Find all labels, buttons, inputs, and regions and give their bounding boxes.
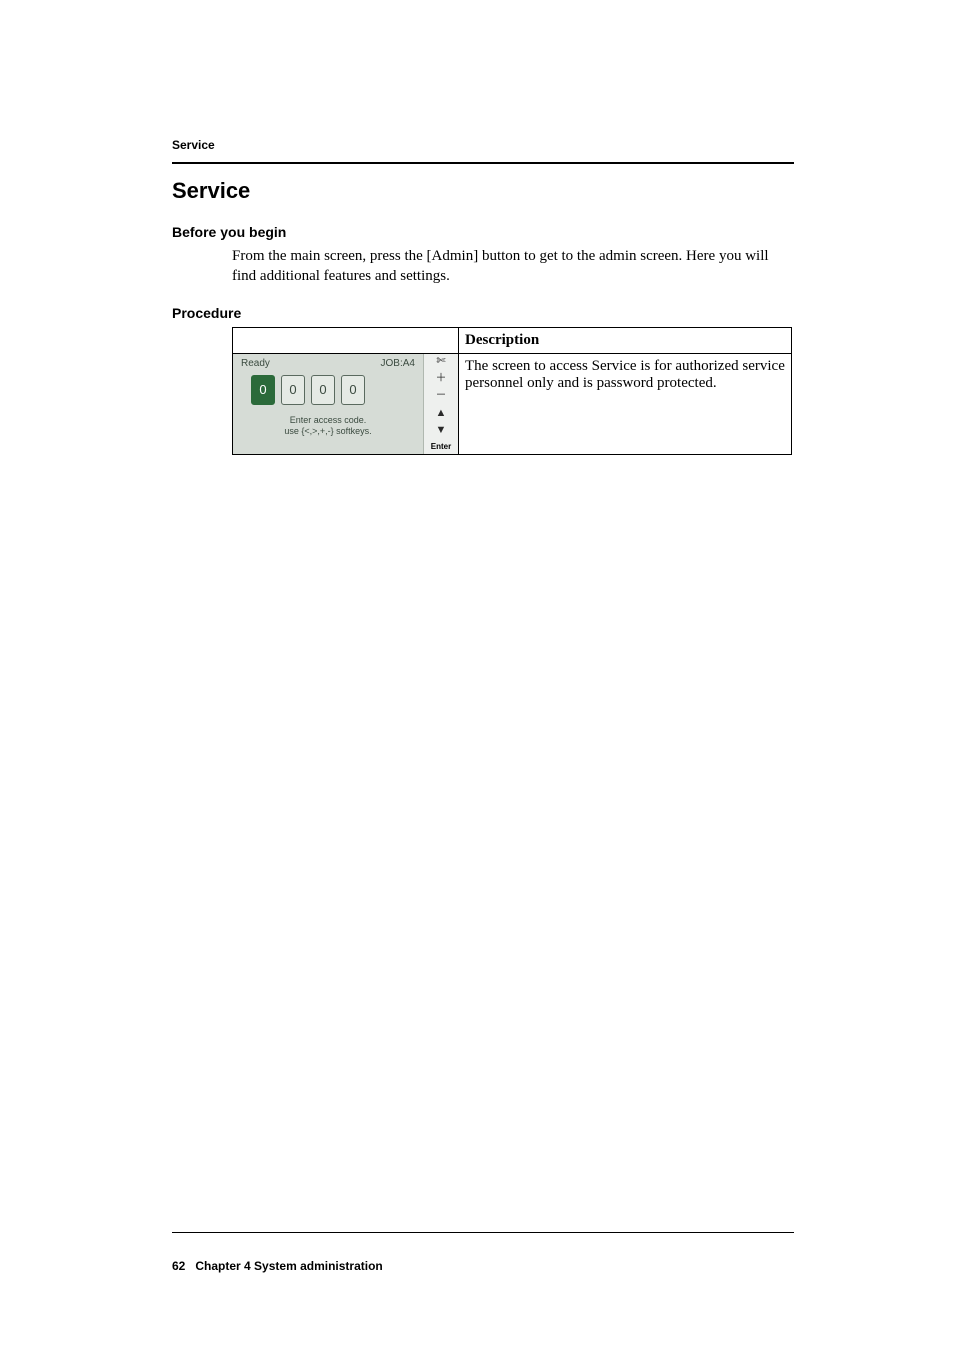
rule-top <box>172 162 794 164</box>
printer-status: Ready <box>241 358 270 369</box>
digit-1[interactable]: 0 <box>281 375 305 405</box>
table-row: Ready JOB:A4 0 0 0 0 Enter access code. … <box>233 353 792 454</box>
procedure-table: Description Ready JOB:A4 0 0 0 0 <box>232 327 792 455</box>
footer-page: 62 <box>172 1259 185 1273</box>
plus-icon[interactable]: ＋ <box>436 373 447 384</box>
procedure-heading: Procedure <box>172 305 794 321</box>
printer-hint: Enter access code. use {<,>,+,-} softkey… <box>233 415 423 438</box>
printer-hint-line2: use {<,>,+,-} softkeys. <box>233 426 423 437</box>
table-cell-screenshot: Ready JOB:A4 0 0 0 0 Enter access code. … <box>233 353 459 454</box>
section-title: Service <box>172 178 794 204</box>
minus-icon[interactable]: － <box>436 390 447 401</box>
table-header-description: Description <box>459 327 792 353</box>
before-heading: Before you begin <box>172 224 794 240</box>
printer-screen-inner: Ready JOB:A4 0 0 0 0 Enter access code. … <box>233 354 423 454</box>
footer: 62 Chapter 4 System administration <box>172 1259 383 1273</box>
printer-screen: Ready JOB:A4 0 0 0 0 Enter access code. … <box>233 354 458 454</box>
down-icon[interactable]: ▼ <box>436 425 447 436</box>
digit-0[interactable]: 0 <box>251 375 275 405</box>
printer-hint-line1: Enter access code. <box>233 415 423 426</box>
printer-topbar: Ready JOB:A4 <box>233 354 423 369</box>
footer-chapter: Chapter 4 System administration <box>195 1259 382 1273</box>
before-text: From the main screen, press the [Admin] … <box>232 246 794 287</box>
up-icon[interactable]: ▲ <box>436 408 447 419</box>
rule-bottom <box>172 1232 794 1233</box>
digit-2[interactable]: 0 <box>311 375 335 405</box>
table-header-row: Description <box>233 327 792 353</box>
printer-digits: 0 0 0 0 <box>251 375 423 405</box>
running-head: Service <box>172 138 794 152</box>
table-cell-description: The screen to access Service is for auth… <box>459 353 792 454</box>
printer-side-keys: ✄ ＋ － ▲ ▼ Enter <box>423 354 458 454</box>
tool-icon[interactable]: ✄ <box>436 356 445 367</box>
table-header-empty <box>233 327 459 353</box>
page: Service Service Before you begin From th… <box>0 0 954 1351</box>
printer-job: JOB:A4 <box>381 358 415 369</box>
enter-button[interactable]: Enter <box>431 442 451 451</box>
digit-3[interactable]: 0 <box>341 375 365 405</box>
